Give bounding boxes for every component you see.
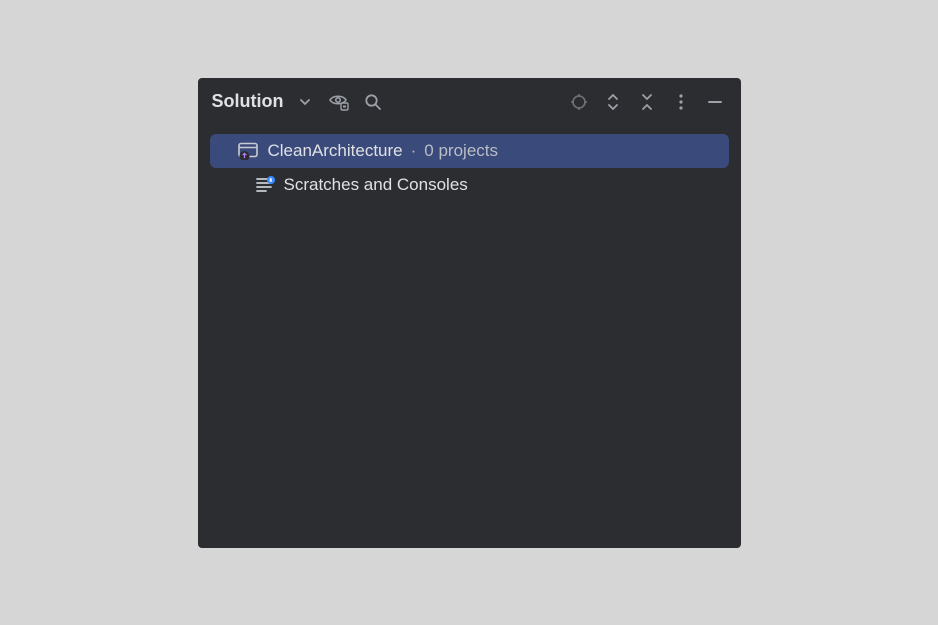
solution-icon [238,140,260,162]
panel-header: Solution [198,78,741,126]
solution-tree: CleanArchitecture · 0 projects Scratches… [198,126,741,210]
separator-dot: · [411,141,417,161]
chevron-down-icon[interactable] [293,90,317,114]
solution-name: CleanArchitecture [268,141,403,161]
solution-node[interactable]: CleanArchitecture · 0 projects [210,134,729,168]
expand-collapse-icon[interactable] [601,90,625,114]
scratches-icon [254,174,276,196]
target-icon[interactable] [567,90,591,114]
scratches-node[interactable]: Scratches and Consoles [210,168,729,202]
scratches-label: Scratches and Consoles [284,175,468,195]
solution-panel: Solution [198,78,741,548]
projects-count: 0 projects [424,141,498,161]
view-mode-icon[interactable] [327,90,351,114]
minimize-icon[interactable] [703,90,727,114]
more-options-icon[interactable] [669,90,693,114]
search-icon[interactable] [361,90,385,114]
panel-title: Solution [212,91,284,112]
collapse-all-icon[interactable] [635,90,659,114]
